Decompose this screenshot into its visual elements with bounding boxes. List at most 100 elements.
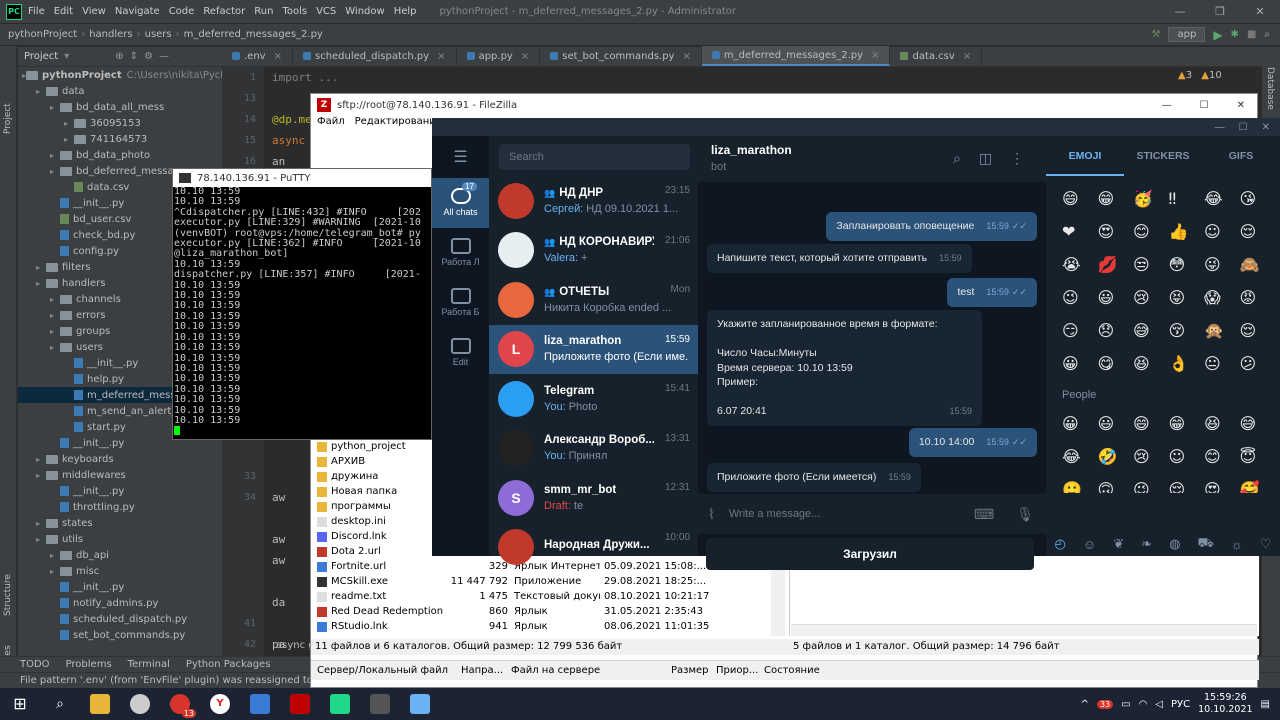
chat-item[interactable]: 👥 ОТЧЁТЫ Никита Коробка ended ... Mon [489, 275, 698, 325]
menu-run[interactable]: Run [254, 6, 273, 17]
file-row[interactable]: Red Dead Redemption 2.l... 860 Ярлык 31.05.… [311, 604, 789, 619]
chat-item[interactable]: Александр Вороб... You: Принял 13:31 [489, 424, 698, 474]
close-icon[interactable]: ✕ [1262, 122, 1270, 133]
emoji[interactable]: 😆 [1204, 413, 1240, 435]
chat-item[interactable]: Lliza_marathon Приложите фото (Если име..… [489, 324, 698, 374]
tree-item[interactable]: ▸ 741164573 [18, 131, 222, 147]
menu-window[interactable]: Window [345, 6, 384, 17]
tree-item[interactable]: ▸ bd_data_photo [18, 147, 222, 163]
emoji[interactable]: 😕 [1240, 353, 1276, 375]
emoji[interactable]: ☺ [1204, 221, 1240, 243]
emoji[interactable]: 🙂 [1062, 479, 1098, 493]
emoji[interactable]: 😊 [1133, 221, 1169, 243]
tree-item[interactable]: ▸ bd_data_all_mess [18, 99, 222, 115]
emoji[interactable]: 🙈 [1240, 254, 1276, 276]
emoji[interactable]: 😀 [1062, 413, 1098, 435]
project-label[interactable]: Project [24, 51, 58, 62]
queue-col-direction[interactable]: Напра... [461, 665, 511, 676]
emoji[interactable]: 😏 [1062, 320, 1098, 342]
menu-help[interactable]: Help [394, 6, 417, 17]
telegram-icon[interactable] [400, 688, 440, 720]
emoji[interactable]: 😢 [1133, 446, 1169, 468]
queue-col-priority[interactable]: Приор... [716, 665, 764, 676]
tree-item[interactable]: ▸ middlewares [18, 467, 222, 483]
search-icon[interactable]: ⌕ [953, 150, 961, 167]
emoji[interactable]: 😊 [1204, 446, 1240, 468]
smiley-icon[interactable]: ☺ [1083, 537, 1096, 552]
tree-item[interactable]: ▸ data [18, 83, 222, 99]
close-icon[interactable]: × [437, 51, 445, 62]
incoming-message[interactable]: Укажите запланированное время в формате:… [707, 310, 983, 426]
chat-item[interactable]: Народная Дружи... 10:00 [489, 523, 698, 573]
emoji[interactable]: 😚 [1169, 320, 1205, 342]
maximize-icon[interactable]: ☐ [1239, 122, 1248, 133]
folder-tab[interactable]: Edit [432, 328, 489, 378]
menu-view[interactable]: View [82, 6, 106, 17]
emoji[interactable]: 🙃 [1098, 479, 1134, 493]
file-row[interactable]: RStudio.lnk 941 Ярлык 08.06.2021 11:01:35 [311, 619, 789, 634]
menu-navigate[interactable]: Navigate [115, 6, 160, 17]
food-icon[interactable]: ❧ [1141, 536, 1152, 552]
recent-icon[interactable]: ◴ [1055, 536, 1066, 552]
emoji[interactable]: 😌 [1169, 479, 1205, 493]
debug-icon[interactable]: ✱ [1231, 29, 1239, 40]
tray-chevron-icon[interactable]: ^ [1081, 699, 1089, 710]
opera-icon[interactable]: 13 [160, 688, 200, 720]
emoji[interactable]: 😁 [1098, 188, 1134, 210]
database-tool-tab[interactable]: Database [1265, 67, 1275, 110]
heart-icon[interactable]: ♡ [1260, 536, 1272, 552]
attach-icon[interactable]: ⌇ [708, 506, 715, 523]
emoji[interactable]: 😱 [1204, 287, 1240, 309]
inspection-widget[interactable]: ▲3 ▲10 [1178, 70, 1222, 81]
folder-tab[interactable]: 17 All chats [432, 178, 489, 228]
outgoing-message[interactable]: 10.10 14:00 15:59 ✓✓ [908, 428, 1037, 457]
emoji[interactable]: 😄 [1062, 188, 1098, 210]
outgoing-message[interactable]: test 15:59 ✓✓ [947, 278, 1037, 307]
tree-item[interactable]: throttling.py [18, 499, 222, 515]
emoji[interactable]: 🤣 [1098, 446, 1134, 468]
emoji[interactable]: 😍 [1204, 479, 1240, 493]
breadcrumb-users[interactable]: users [145, 29, 172, 40]
emoji[interactable]: 😁 [1169, 413, 1205, 435]
maximize-icon[interactable]: ❐ [1200, 5, 1240, 18]
structure-tool-tab[interactable]: Structure [3, 574, 13, 616]
emoji[interactable]: 😄 [1133, 413, 1169, 435]
queue-col-remote[interactable]: Файл на сервере [511, 665, 671, 676]
queue-col-size[interactable]: Размер [671, 665, 716, 676]
problems-tool[interactable]: Problems [66, 659, 112, 670]
ball-icon[interactable]: ◍ [1169, 536, 1180, 552]
emoji[interactable]: 👌 [1169, 353, 1205, 375]
emoji[interactable]: 😂 [1204, 188, 1240, 210]
queue-col-server[interactable]: Сервер/Локальный файл [311, 665, 461, 676]
emoji[interactable]: 😝 [1169, 287, 1205, 309]
menu-refactor[interactable]: Refactor [203, 6, 245, 17]
emoji[interactable]: 😌 [1240, 221, 1276, 243]
tree-item[interactable]: set_bot_commands.py [18, 627, 222, 643]
tree-item[interactable]: scheduled_dispatch.py [18, 611, 222, 627]
network-icon[interactable]: ◠ [1139, 699, 1148, 710]
car-icon[interactable]: ⛟ [1197, 535, 1213, 553]
emoji[interactable]: 😋 [1098, 353, 1134, 375]
clock[interactable]: 15:59:26 10.10.2021 [1198, 692, 1252, 716]
search-icon[interactable]: ⌕ [1264, 29, 1270, 40]
tab-emoji[interactable]: EMOJI [1046, 136, 1124, 176]
maximize-icon[interactable]: ☐ [1200, 100, 1209, 111]
battery-icon[interactable]: ▭ [1121, 699, 1130, 710]
close-icon[interactable]: × [871, 50, 879, 61]
breadcrumb-project[interactable]: pythonProject [8, 29, 77, 40]
animal-icon[interactable]: ❦ [1113, 536, 1124, 552]
emoji[interactable]: 🥳 [1133, 188, 1169, 210]
app-icon[interactable] [120, 688, 160, 720]
editor-tab[interactable]: set_bot_commands.py × [540, 46, 702, 66]
target-icon[interactable]: ⊕ [115, 51, 123, 62]
incoming-message[interactable]: Напишите текст, который хотите отправить… [707, 244, 972, 273]
microphone-icon[interactable]: 🎙 [1016, 506, 1034, 523]
emoji[interactable]: 😢 [1133, 287, 1169, 309]
emoji[interactable]: 😞 [1098, 320, 1134, 342]
emoji[interactable]: 😇 [1240, 446, 1276, 468]
editor-tab[interactable]: data.csv × [890, 46, 983, 66]
horizontal-scrollbar[interactable] [791, 624, 1257, 636]
terminal-tool[interactable]: Terminal [128, 659, 170, 670]
emoji[interactable]: ‼ [1169, 188, 1205, 210]
tree-item[interactable]: ▸ states [18, 515, 222, 531]
